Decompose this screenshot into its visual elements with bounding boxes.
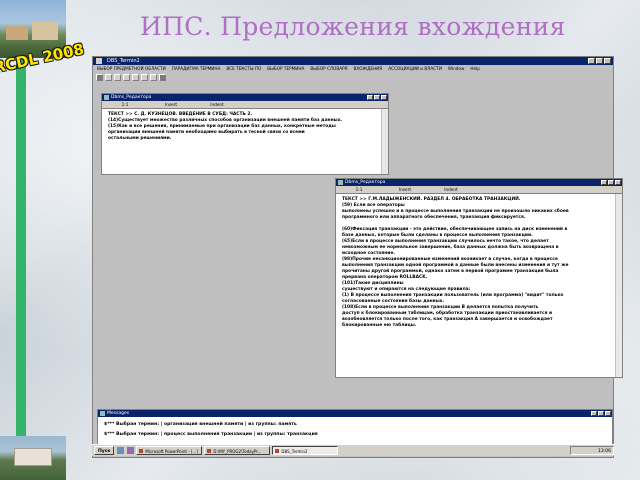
- minimize-button[interactable]: [588, 58, 595, 64]
- editor-window-2: Dbms_Редактора 1:1 Insert Indent ТЕКСТ >…: [335, 178, 623, 378]
- building-shape: [6, 26, 28, 40]
- decorative-green-bar: [16, 58, 26, 436]
- menu-item[interactable]: ВЫБОР ПРЕДМЕТНОЙ ОБЛАСТИ: [97, 65, 166, 73]
- building-shape: [32, 22, 58, 40]
- menu-item[interactable]: ВЫБОР СЛОВАРЯ: [310, 65, 347, 73]
- app-titlebar[interactable]: DBS_Termin2: [93, 57, 613, 65]
- copy-icon[interactable]: [141, 74, 148, 81]
- taskbar: Пуск Microsoft PowerPoint - [...] D:\MY_…: [92, 444, 614, 456]
- indent-mode: Indent: [444, 187, 458, 192]
- insert-mode: Insert: [164, 102, 177, 107]
- mdi-workspace: Dbms_Редактора 1:1 Insert Indent ТЕКСТ >…: [95, 83, 623, 456]
- quicklaunch-icon[interactable]: [127, 447, 135, 454]
- close-button[interactable]: [381, 95, 387, 100]
- minimize-button[interactable]: [601, 180, 607, 185]
- text-line: блокированные ею таблицы.: [342, 323, 417, 328]
- menu-item[interactable]: ВХОЖДЕНИЯ: [354, 65, 383, 73]
- minimize-button[interactable]: [367, 95, 373, 100]
- menubar: ВЫБОР ПРЕДМЕТНОЙ ОБЛАСТИ ПАРАДИГМА ТЕРМИ…: [93, 65, 613, 73]
- vertical-scrollbar[interactable]: [381, 109, 388, 174]
- building-shape: [14, 448, 52, 466]
- cursor-position: 1:1: [355, 187, 363, 192]
- messages-icon: [100, 411, 105, 416]
- start-button[interactable]: Пуск: [94, 446, 115, 455]
- editor-title: Dbms_Редактора: [111, 95, 152, 100]
- slide-title: ИПС. Предложения вхождения: [140, 12, 566, 41]
- document-icon: [338, 180, 343, 185]
- text-line: остальными решениями.: [108, 136, 172, 141]
- task-button-dbs[interactable]: DBS_Termin2: [272, 446, 339, 455]
- app-title: DBS_Termin2: [107, 58, 140, 64]
- message-line: $*** Выбран термин: | процесс выполнения…: [104, 432, 318, 437]
- editor-statusbar: 1:1 Insert Indent: [102, 101, 388, 109]
- maximize-button[interactable]: [374, 95, 380, 100]
- quicklaunch-icon[interactable]: [117, 447, 125, 454]
- print-icon[interactable]: [123, 74, 130, 81]
- task-button-powerpoint[interactable]: Microsoft PowerPoint - [...]: [136, 446, 203, 455]
- minimize-button[interactable]: [591, 411, 597, 416]
- menu-item[interactable]: ВЫБОР ТЕРМИНА: [267, 65, 304, 73]
- toolbar: [93, 73, 613, 82]
- cursor-position: 1:1: [121, 102, 129, 107]
- menu-item[interactable]: Help: [470, 65, 480, 73]
- close-button[interactable]: [604, 58, 611, 64]
- vertical-scrollbar[interactable]: [615, 194, 622, 377]
- menu-item[interactable]: ПАРАДИГМА ТЕРМИНА: [172, 65, 221, 73]
- app-icon[interactable]: [96, 58, 102, 64]
- editor-titlebar[interactable]: Dbms_Редактора: [102, 94, 388, 101]
- close-button[interactable]: [605, 411, 611, 416]
- maximize-button[interactable]: [596, 58, 603, 64]
- app-window: DBS_Termin2 ВЫБОР ПРЕДМЕТНОЙ ОБЛАСТИ ПАР…: [92, 56, 623, 458]
- new-document-icon[interactable]: [96, 74, 103, 81]
- editor-statusbar: 1:1 Insert Indent: [336, 186, 622, 194]
- paste-icon[interactable]: [150, 74, 157, 81]
- cut-icon[interactable]: [132, 74, 139, 81]
- editor-window-1: Dbms_Редактора 1:1 Insert Indent ТЕКСТ >…: [101, 93, 389, 175]
- menu-item[interactable]: ВСЕ ТЕКСТЫ ПО: [226, 65, 261, 73]
- maximize-button[interactable]: [598, 411, 604, 416]
- close-button[interactable]: [615, 180, 621, 185]
- document-icon: [104, 95, 109, 100]
- editor-text[interactable]: ТЕКСТ >> С. Д. КУЗНЕЦОВ. ВВЕДЕНИЕ В СУБД…: [102, 109, 388, 145]
- search-icon[interactable]: [159, 74, 166, 81]
- editor-title: Dbms_Редактора: [345, 180, 386, 185]
- insert-mode: Insert: [398, 187, 411, 192]
- editor-text[interactable]: ТЕКСТ >> Г.М.ЛАДЫЖЕНСКИЙ. РАЗДЕЛ 4. ОБРА…: [336, 194, 622, 332]
- maximize-button[interactable]: [608, 180, 614, 185]
- messages-titlebar[interactable]: Messages: [98, 410, 612, 417]
- menu-item[interactable]: Window: [448, 65, 465, 73]
- save-icon[interactable]: [114, 74, 121, 81]
- indent-mode: Indent: [210, 102, 224, 107]
- menu-item[interactable]: АССОЦИАЦИИ и ВЛАСТИ: [388, 65, 442, 73]
- open-folder-icon[interactable]: [105, 74, 112, 81]
- message-line: $*** Выбран термин: | организация внешне…: [104, 422, 297, 427]
- system-clock: 13:06: [570, 446, 614, 455]
- messages-body: $*** Выбран термин: | организация внешне…: [98, 417, 612, 443]
- task-button-folder[interactable]: D:\MY_PROG2\TodayPr...: [204, 446, 271, 455]
- campus-photo-bottom: [0, 436, 66, 480]
- editor-titlebar[interactable]: Dbms_Редактора: [336, 179, 622, 186]
- messages-title: Messages: [107, 411, 130, 416]
